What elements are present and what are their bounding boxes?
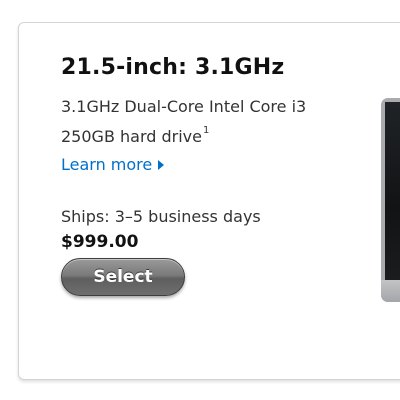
storage-footnote: 1	[202, 125, 210, 136]
imac-chin	[381, 280, 400, 302]
price: $999.00	[61, 232, 139, 252]
product-card: 21.5-inch: 3.1GHz 3.1GHz Dual-Core Intel…	[18, 22, 400, 380]
select-button[interactable]: Select	[61, 258, 185, 296]
product-title: 21.5-inch: 3.1GHz	[61, 55, 285, 80]
storage-spec: 250GB hard drive1	[61, 125, 210, 146]
imac-product-image	[381, 98, 400, 302]
learn-more-link[interactable]: Learn more	[61, 155, 165, 174]
shipping-info: Ships: 3–5 business days	[61, 207, 261, 226]
storage-spec-text: 250GB hard drive	[61, 127, 202, 146]
imac-screen	[385, 102, 400, 280]
learn-more-label: Learn more	[61, 155, 153, 174]
chevron-right-icon	[158, 159, 165, 170]
processor-spec: 3.1GHz Dual-Core Intel Core i3	[61, 97, 307, 116]
